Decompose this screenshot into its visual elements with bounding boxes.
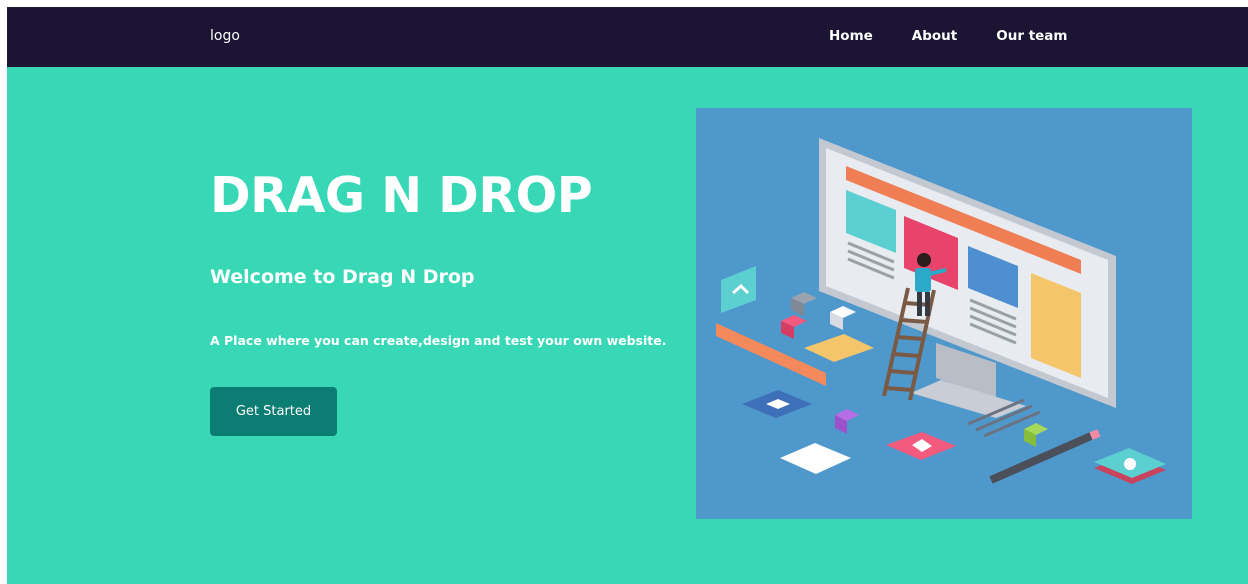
hero-description: A Place where you can create,design and …	[210, 333, 667, 348]
hero-illustration	[696, 108, 1192, 519]
hero-subtitle: Welcome to Drag N Drop	[210, 266, 475, 288]
nav-link-our-team[interactable]: Our team	[996, 28, 1067, 44]
nav-link-about[interactable]: About	[912, 28, 957, 44]
nav-link-home[interactable]: Home	[829, 28, 873, 44]
navbar: logo Home About Our team	[7, 7, 1248, 67]
hero-title: DRAG N DROP	[210, 167, 593, 224]
website-builder-illustration	[716, 138, 1166, 484]
hero-section: DRAG N DROP Welcome to Drag N Drop A Pla…	[7, 67, 1248, 584]
logo[interactable]: logo	[210, 7, 240, 65]
page-frame: logo Home About Our team DRAG N DROP Wel…	[7, 7, 1248, 584]
nav-links: Home About Our team	[829, 7, 1067, 65]
get-started-button[interactable]: Get Started	[210, 387, 337, 436]
